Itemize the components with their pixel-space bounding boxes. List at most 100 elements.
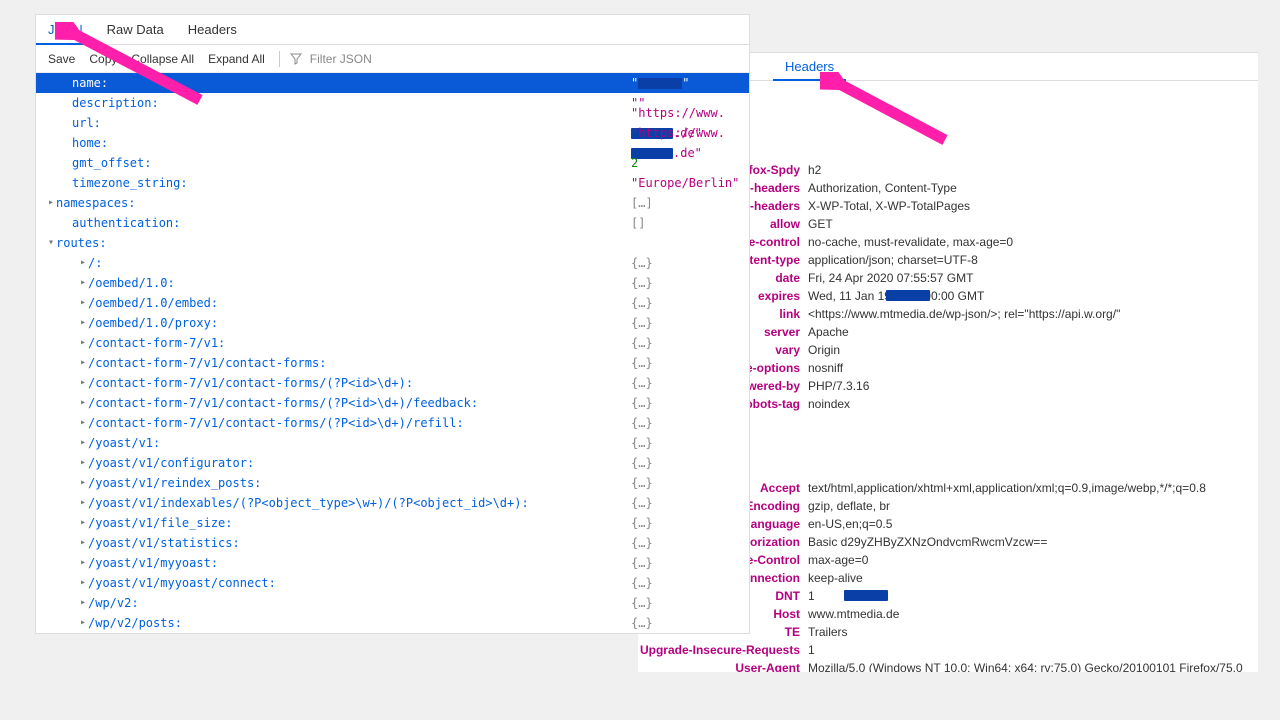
header-value: Mozilla/5.0 (Windows NT 10.0; Win64; x64… [808,659,1258,672]
json-route-val: {…} [631,353,653,373]
json-route-val: {…} [631,413,653,433]
json-route-val: {…} [631,513,653,533]
chevron-right-icon[interactable]: ▸ [78,453,88,473]
json-field-timezone-string[interactable]: timezone_string: "Europe/Berlin" [36,173,749,193]
json-route-val: {…} [631,373,653,393]
json-route-item[interactable]: ▸/yoast/v1/myyoast: {…} [36,553,749,573]
json-route-key: /yoast/v1/statistics: [88,533,240,553]
json-route-item[interactable]: ▸/oembed/1.0/embed:{…} [36,293,749,313]
chevron-right-icon[interactable]: ▸ [78,593,88,613]
json-route-item[interactable]: ▸/yoast/v1/indexables/(?P<object_type>\w… [36,493,749,513]
json-route-val: {…} [631,493,653,513]
expand-all-button[interactable]: Expand All [204,52,269,66]
headers-tab-right[interactable]: Headers [773,54,846,81]
save-button[interactable]: Save [44,52,79,66]
json-route-item[interactable]: ▸/contact-form-7/v1/contact-forms/(?P<id… [36,413,749,433]
header-row: User-AgentMozilla/5.0 (Windows NT 10.0; … [638,659,1258,672]
json-field-home[interactable]: home: "https://www..de" [36,133,749,153]
chevron-right-icon[interactable]: ▸ [78,333,88,353]
json-viewer-panel: JSON Raw Data Headers Save Copy Collapse… [35,14,750,634]
json-field-namespaces[interactable]: ▸namespaces: […] [36,193,749,213]
json-route-key: /yoast/v1/indexables/(?P<object_type>\w+… [88,493,529,513]
json-route-item[interactable]: ▸/wp/v2/posts:{…} [36,613,749,633]
json-route-val: {…} [631,533,653,553]
collapse-all-button[interactable]: Collapse All [127,52,198,66]
header-value: GET [808,215,1258,233]
json-route-item[interactable]: ▸/oembed/1.0: {…} [36,273,749,293]
header-name: Upgrade-Insecure-Requests [638,641,808,659]
json-route-key: /contact-form-7/v1: [88,333,225,353]
json-route-key: /wp/v2: [88,593,139,613]
json-route-key: /yoast/v1/file_size: [88,513,233,533]
chevron-right-icon[interactable]: ▸ [78,253,88,273]
chevron-right-icon[interactable]: ▸ [78,413,88,433]
header-value: Apache [808,323,1258,341]
chevron-right-icon[interactable]: ▸ [78,493,88,513]
json-route-item[interactable]: ▸/contact-form-7/v1:{…} [36,333,749,353]
header-value: PHP/7.3.16 [808,377,1258,395]
header-value: Authorization, Content-Type [808,179,1258,197]
json-route-item[interactable]: ▸/yoast/v1/myyoast/connect:{…} [36,573,749,593]
filter-json-input[interactable]: Filter JSON [290,52,376,66]
chevron-right-icon[interactable]: ▸ [78,313,88,333]
json-route-key: /contact-form-7/v1/contact-forms/(?P<id>… [88,373,413,393]
chevron-right-icon[interactable]: ▸ [78,273,88,293]
chevron-right-icon[interactable]: ▸ [78,513,88,533]
json-route-val: {…} [631,253,653,273]
json-route-item[interactable]: ▸/yoast/v1/configurator:{…} [36,453,749,473]
json-route-val: {…} [631,613,653,633]
chevron-right-icon[interactable]: ▸ [78,533,88,553]
json-route-key: /oembed/1.0: [88,273,175,293]
json-route-val: {…} [631,473,653,493]
json-route-val: {…} [631,453,653,473]
json-route-key: /contact-form-7/v1/contact-forms/(?P<id>… [88,393,478,413]
chevron-right-icon[interactable]: ▸ [78,573,88,593]
chevron-right-icon[interactable]: ▸ [78,373,88,393]
json-tabs: JSON Raw Data Headers [36,15,749,45]
chevron-right-icon[interactable]: ▸ [78,433,88,453]
header-value: application/json; charset=UTF-8 [808,251,1258,269]
copy-button[interactable]: Copy [85,52,121,66]
header-value: en-US,en;q=0.5 [808,515,1258,533]
header-value: Origin [808,341,1258,359]
json-route-val: {…} [631,593,653,613]
json-field-routes[interactable]: ▾routes: [36,233,749,253]
json-route-item[interactable]: ▸/yoast/v1/file_size: {…} [36,513,749,533]
json-field-name[interactable]: name: "" [36,73,749,93]
json-tab[interactable]: JSON [36,16,95,45]
raw-data-tab[interactable]: Raw Data [95,15,176,44]
json-route-item[interactable]: ▸/yoast/v1/statistics: {…} [36,533,749,553]
header-name: User-Agent [638,659,808,672]
json-route-item[interactable]: ▸/contact-form-7/v1/contact-forms:{…} [36,353,749,373]
chevron-right-icon[interactable]: ▸ [78,613,88,633]
json-field-authentication[interactable]: authentication: [] [36,213,749,233]
header-value: Trailers [808,623,1258,641]
json-route-item[interactable]: ▸/wp/v2: {…} [36,593,749,613]
json-route-val: {…} [631,573,653,593]
chevron-right-icon[interactable]: ▸ [46,193,56,213]
chevron-right-icon[interactable]: ▸ [78,473,88,493]
json-tree[interactable]: name: "" description: "" url: "https://w… [36,73,749,633]
chevron-right-icon[interactable]: ▸ [78,353,88,373]
chevron-down-icon[interactable]: ▾ [46,233,56,253]
chevron-right-icon[interactable]: ▸ [78,293,88,313]
json-route-key: /yoast/v1: [88,433,160,453]
header-value: 1 [808,587,1258,605]
headers-tab[interactable]: Headers [176,15,249,44]
header-value: gzip, deflate, br [808,497,1258,515]
json-route-val: {…} [631,273,653,293]
header-value: nosniff [808,359,1258,377]
json-route-item[interactable]: ▸/contact-form-7/v1/contact-forms/(?P<id… [36,373,749,393]
json-route-item[interactable]: ▸/yoast/v1:{…} [36,433,749,453]
json-route-item[interactable]: ▸/yoast/v1/reindex_posts:{…} [36,473,749,493]
json-route-val: {…} [631,553,653,573]
chevron-right-icon[interactable]: ▸ [78,553,88,573]
header-value: Fri, 24 Apr 2020 07:55:57 GMT [808,269,1258,287]
json-route-key: /yoast/v1/myyoast: [88,553,218,573]
json-route-val: {…} [631,293,653,313]
json-route-item[interactable]: ▸/contact-form-7/v1/contact-forms/(?P<id… [36,393,749,413]
json-route-item[interactable]: ▸/: {…} [36,253,749,273]
json-route-key: /: [88,253,102,273]
json-route-item[interactable]: ▸/oembed/1.0/proxy:{…} [36,313,749,333]
chevron-right-icon[interactable]: ▸ [78,393,88,413]
